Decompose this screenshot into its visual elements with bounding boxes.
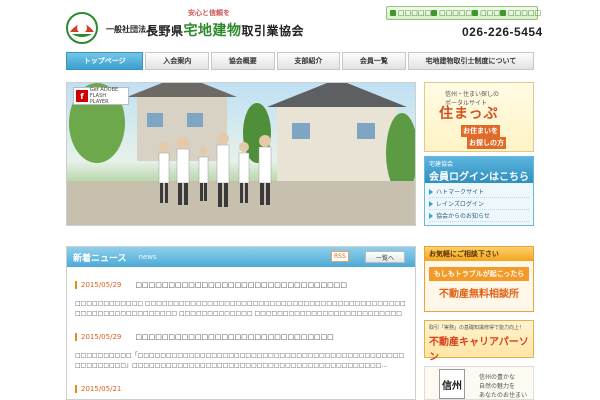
career-caption: 取引「実務」の基礎知識修得で能力向上！ (429, 325, 525, 331)
login-link-notices[interactable]: 協会からのお知らせ (429, 210, 529, 222)
nav-item-about[interactable]: 協会概要 (211, 52, 275, 70)
news-panel: 新着ニュース news RSS 一覧へ 2015/05/29 □□□□□□□□□… (66, 246, 416, 400)
login-title: 会員ログインはこちら (429, 172, 529, 183)
news-item: 2015/05/29 □□□□□□□□□□□□□□□□□□□□□□□□□□□□□… (75, 333, 407, 371)
news-date: 2015/05/29 (81, 333, 122, 341)
portal-logo-text: 住まっぷ (439, 106, 499, 122)
login-link-reins[interactable]: レインズログイン (429, 198, 529, 210)
career-title: 不動産キャリアパーソン (429, 337, 529, 363)
news-date: 2015/05/21 (81, 385, 122, 393)
career-person-banner[interactable]: 取引「実務」の基礎知識修得で能力向上！ 不動産キャリアパーソン (424, 320, 534, 363)
news-bullet-icon (75, 385, 77, 393)
news-item-title: □□□□□□□□□□□□□□□□□□□□□□□□□□□□□□□□ (135, 281, 347, 289)
shinshu-mark: 信州 (439, 369, 465, 399)
util-link-label: □□□□□ (439, 9, 473, 17)
news-title-en: news (138, 253, 157, 261)
news-item: 2015/05/21 (75, 385, 407, 393)
news-bullet-icon (75, 333, 77, 341)
nav-item-members[interactable]: 会員一覧 (342, 52, 406, 70)
news-list-button[interactable]: 一覧へ (365, 251, 405, 263)
org-name-part-b: 取引業協会 (241, 24, 305, 38)
flash-player-badge[interactable]: f Get ADOBE FLASH PLAYER (73, 87, 129, 105)
util-link-label: □□□□□ (508, 9, 542, 17)
news-item: 2015/05/29 □□□□□□□□□□□□□□□□□□□□□□□□□□□□□… (75, 281, 407, 319)
header: 安心と信頼を 一般社団法人 長野県宅地建物取引業協会 □□□□□ □□□□□ □… (0, 0, 600, 50)
org-tagline: 安心と信頼を (188, 9, 230, 17)
member-login-button[interactable]: 宅建協会 会員ログインはこちら (425, 157, 533, 183)
news-header: 新着ニュース news RSS 一覧へ (67, 247, 415, 267)
association-logo[interactable] (62, 10, 102, 44)
util-link-member[interactable]: □□□□□ (390, 9, 431, 17)
news-item-header[interactable]: 2015/05/21 (75, 385, 407, 393)
nav-item-top[interactable]: トップページ (66, 52, 144, 70)
arrow-right-icon (429, 188, 433, 195)
news-title: 新着ニュース (73, 253, 127, 264)
map-icon (472, 10, 479, 16)
member-login-box: 宅建協会 会員ログインはこちら ハトマークサイト レインズログイン 協会からのお… (424, 156, 534, 226)
news-bullet-icon (75, 281, 77, 289)
org-name-accent: 宅地建物 (183, 23, 242, 39)
mail-icon (431, 10, 438, 16)
main-nav: トップページ 入会案内 協会概要 支部紹介 会員一覧 宅地建物取引士制度について (66, 52, 535, 70)
util-link-sitemap[interactable]: □□□□□ (500, 9, 541, 17)
portal-button-line1: お住まいを (461, 125, 500, 137)
util-link-label: □□□ (480, 9, 500, 17)
flash-icon: f (76, 90, 88, 102)
news-item-text: □□□□□□□□□□□□ □□□□□□□□□□□□□□□□□□□□□□□□□□□… (75, 300, 406, 317)
login-caption: 宅建協会 (429, 161, 454, 168)
nav-item-branches[interactable]: 支部紹介 (276, 52, 341, 70)
login-link-label: レインズログイン (436, 201, 484, 208)
consultation-answer: 不動産無料相談所 (439, 289, 519, 300)
org-name: 長野県宅地建物取引業協会 (146, 20, 304, 40)
arrow-right-icon (429, 212, 433, 219)
consultation-heading: お気軽にご相談下さい (425, 247, 533, 261)
util-link-contact[interactable]: □□□□□ (431, 9, 472, 17)
shinshu-banner[interactable]: 信州 信州の豊かな 自然の魅力を あなたのお住まい (424, 366, 534, 400)
news-item-text: □□□□□□□□□□「□□□□□□□□□□□□□□□□□□□□□□□□□□□□□… (75, 352, 405, 369)
flash-badge-text: Get ADOBE FLASH PLAYER (90, 87, 126, 105)
nav-item-license[interactable]: 宅地建物取引士制度について (407, 52, 535, 70)
arrow-right-icon (429, 200, 433, 207)
shinshu-text-line1: 信州の豊かな (479, 374, 516, 381)
rss-icon[interactable]: RSS (331, 251, 349, 262)
news-date: 2015/05/29 (81, 281, 122, 289)
hero-image: f Get ADOBE FLASH PLAYER (66, 82, 416, 226)
util-link-access[interactable]: □□□ (472, 9, 500, 17)
util-link-label: □□□□□ (398, 9, 432, 17)
login-links: ハトマークサイト レインズログイン 協会からのお知らせ (425, 183, 533, 225)
utility-links: □□□□□ □□□□□ □□□ □□□□□ (386, 6, 541, 20)
consultation-banner[interactable]: お気軽にご相談下さい もしもトラブルが起こったら 不動産無料相談所 (424, 246, 534, 312)
portal-caption-line1: 信州・住まい探しの (445, 91, 500, 98)
news-item-title: □□□□□□□□□□□□□□□□□□□□□□□□□□□□□□ (135, 333, 334, 341)
news-item-header[interactable]: 2015/05/29 □□□□□□□□□□□□□□□□□□□□□□□□□□□□□… (75, 281, 407, 289)
lock-icon (390, 10, 396, 16)
shinshu-text-line2: 自然の魅力を (479, 383, 516, 390)
login-link-label: ハトマークサイト (436, 189, 485, 196)
news-list: 2015/05/29 □□□□□□□□□□□□□□□□□□□□□□□□□□□□□… (67, 281, 415, 393)
login-link-label: 協会からのお知らせ (436, 213, 490, 220)
flash-line2: FLASH PLAYER (89, 93, 109, 105)
login-link-hatomark[interactable]: ハトマークサイト (429, 186, 529, 198)
sitemap-icon (500, 10, 506, 16)
org-name-part-a: 長野県 (146, 24, 184, 38)
nav-item-membership[interactable]: 入会案内 (145, 52, 209, 70)
portal-button-line2: お探しの方 (467, 137, 506, 149)
phone-number: 026-226-5454 (462, 25, 543, 39)
news-item-header[interactable]: 2015/05/29 □□□□□□□□□□□□□□□□□□□□□□□□□□□□□… (75, 333, 407, 341)
consultation-question: もしもトラブルが起こったら (429, 267, 529, 281)
housing-portal-banner[interactable]: 信州・住まい探しの ポータルサイト 住まっぷ お住まいを お探しの方 (424, 82, 534, 152)
shinshu-text: 信州の豊かな 自然の魅力を あなたのお住まい (479, 373, 527, 400)
shinshu-text-line3: あなたのお住まい (479, 392, 528, 399)
